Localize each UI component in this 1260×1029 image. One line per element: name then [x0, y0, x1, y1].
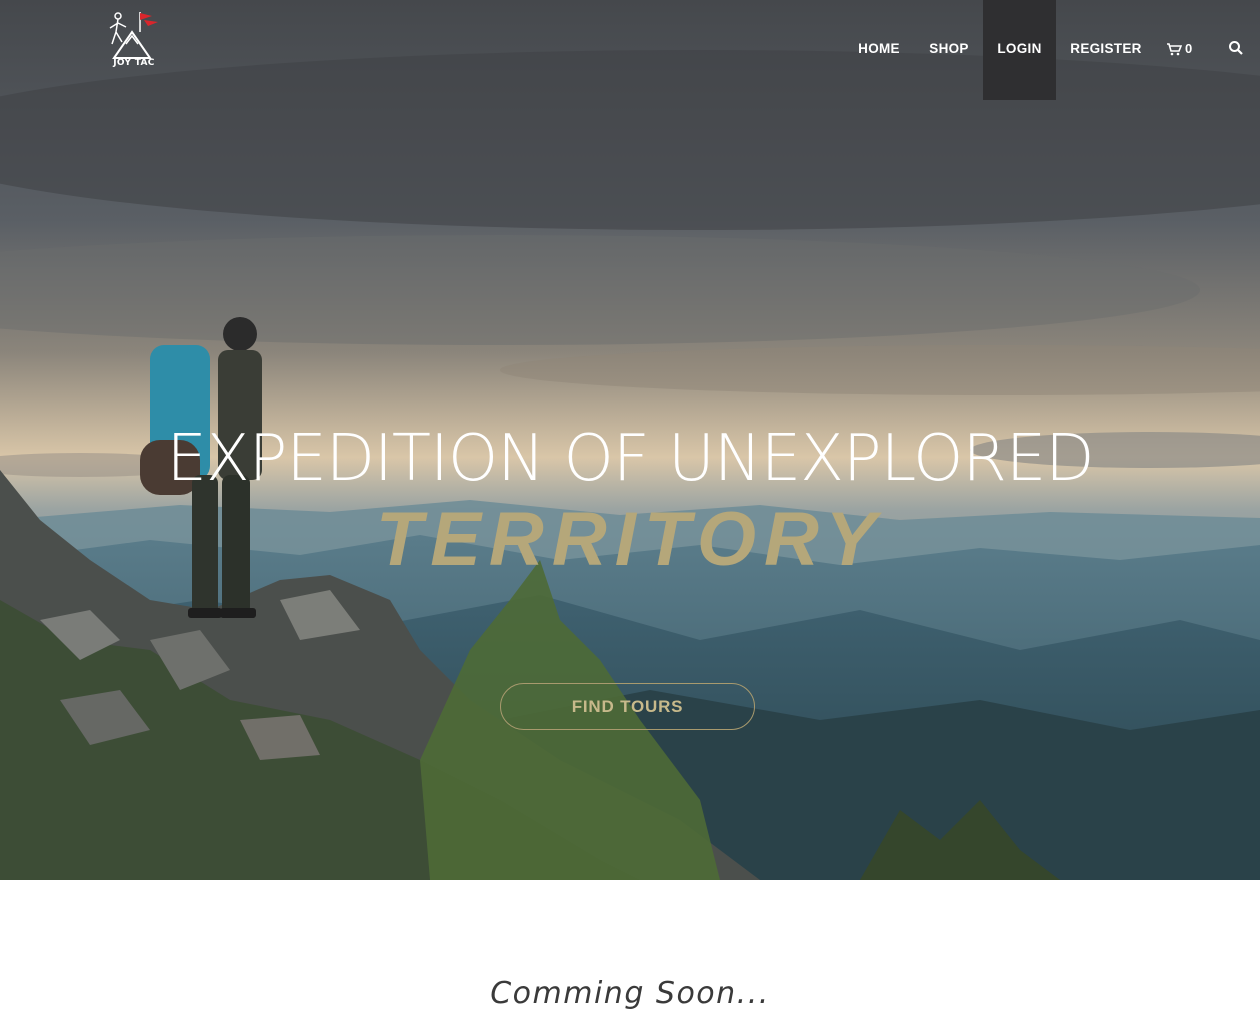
logo-text: JOY TAC	[113, 58, 155, 68]
hero-headline-text: EXPEDITION OF UNEXPLORED	[166, 422, 1094, 496]
find-tours-button[interactable]: FIND TOURS	[500, 683, 755, 730]
nav-cart-link[interactable]: 0	[1166, 40, 1196, 58]
site-logo[interactable]: JOY TAC	[104, 8, 164, 70]
coming-soon-text: Comming Soon...	[490, 976, 770, 1011]
nav-search-button[interactable]	[1228, 40, 1244, 56]
hero-section: JOY TAC HOME SHOP LOGIN REGISTER 0 EXPED…	[0, 0, 1260, 880]
hero-headline: EXPEDITION OF UNEXPLORED	[0, 423, 1260, 495]
nav-shop-link[interactable]: SHOP	[922, 0, 976, 100]
hero-subheadline: TERRITORY	[375, 497, 885, 582]
nav-register-link[interactable]: REGISTER	[1064, 0, 1148, 100]
nav-login-link[interactable]: LOGIN	[983, 0, 1056, 100]
cart-icon	[1167, 43, 1182, 56]
search-icon	[1229, 41, 1243, 55]
cart-count: 0	[1185, 41, 1193, 56]
nav-home-link[interactable]: HOME	[848, 0, 910, 100]
